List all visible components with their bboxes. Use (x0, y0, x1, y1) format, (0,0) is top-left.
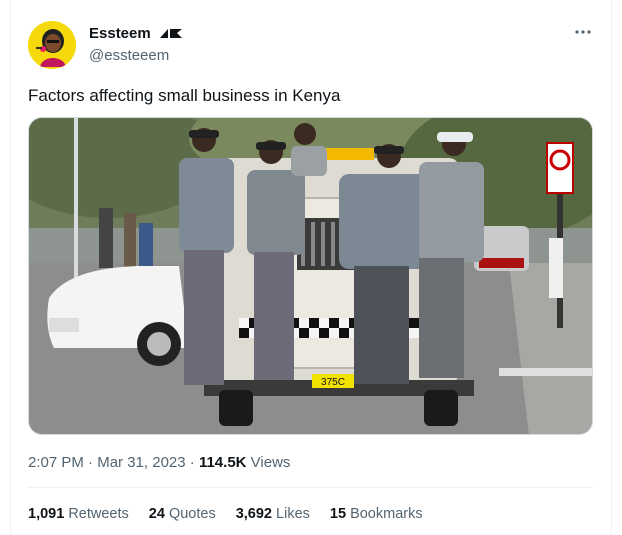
author-names: Essteem @essteeem (89, 25, 183, 64)
retweets-label: Retweets (68, 506, 129, 522)
engagement-stats: 1,091 Retweets 24 Quotes 3,692 Likes 15 … (28, 506, 443, 522)
tweet-photo[interactable]: 375C (28, 117, 593, 435)
views-count: 114.5K (198, 454, 247, 471)
more-options-icon[interactable] (573, 22, 593, 42)
quotes-label: Quotes (168, 506, 216, 522)
bookmarks-count: 15 (329, 506, 347, 522)
display-name[interactable]: Essteem (89, 25, 151, 42)
handle[interactable]: @essteeem (89, 47, 183, 64)
retweets-stat[interactable]: 1,091 Retweets (28, 506, 129, 522)
views-label: Views (250, 454, 291, 471)
likes-count: 3,692 (235, 506, 272, 522)
meta-separator-2: · (185, 454, 199, 471)
tweet-time[interactable]: 2:07 PM (28, 454, 84, 471)
meta-separator: · (83, 454, 98, 471)
quotes-count: 24 (148, 506, 165, 522)
divider (28, 487, 594, 488)
avatar[interactable] (28, 21, 76, 69)
retweets-count: 1,091 (28, 506, 65, 522)
photo-illustration: 375C (29, 118, 592, 434)
quotes-stat[interactable]: 24 Quotes (149, 506, 216, 522)
tweet-card: Essteem @essteeem Factors affecting smal… (10, 0, 612, 535)
likes-stat[interactable]: 3,692 Likes (236, 506, 310, 522)
avatar-cartoon-icon (28, 21, 76, 69)
tweet-meta: 2:07 PM · Mar 31, 2023 · 114.5K Views (28, 454, 290, 471)
bookmarks-label: Bookmarks (350, 506, 423, 522)
bookmarks-stat[interactable]: 15 Bookmarks (330, 506, 423, 522)
likes-label: Likes (276, 506, 310, 522)
license-plate: 375C (321, 377, 345, 388)
tweet-text: Factors affecting small business in Keny… (28, 86, 341, 105)
tweet-date[interactable]: Mar 31, 2023 (97, 454, 185, 471)
verified-flag-icon (159, 26, 183, 44)
